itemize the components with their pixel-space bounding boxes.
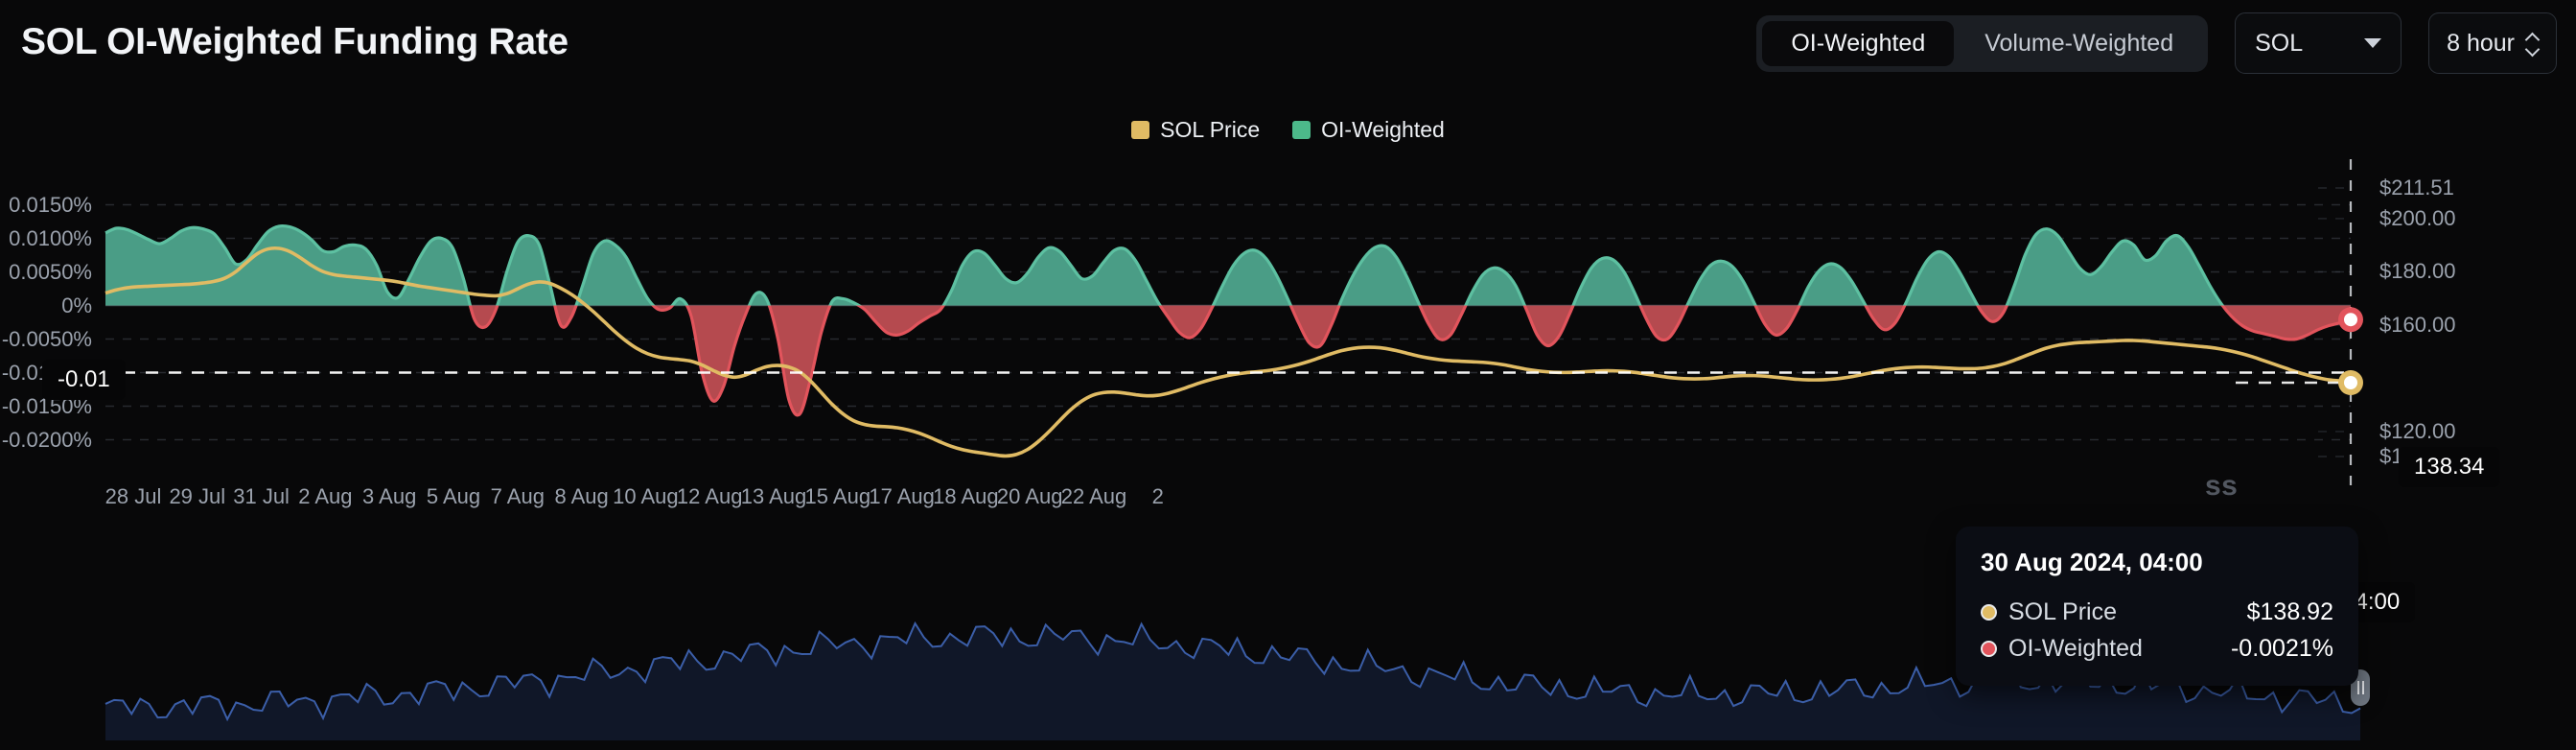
chart-watermark: ss — [2205, 470, 2239, 502]
drag-handle-icon — [2361, 681, 2364, 694]
tooltip-dot-sol-price — [1981, 604, 1997, 621]
chevron-down-icon[interactable] — [2526, 46, 2539, 54]
asset-dropdown[interactable]: SOL — [2235, 12, 2402, 74]
x-axis-tick: 7 Aug — [490, 484, 545, 508]
tooltip-name-oi-weighted: OI-Weighted — [2008, 635, 2143, 662]
y-axis-right-tick: $120.00 — [2379, 418, 2456, 443]
tooltip-row-oi-weighted: OI-Weighted -0.0021% — [1981, 635, 2333, 663]
tooltip-name-sol-price: SOL Price — [2008, 598, 2118, 625]
x-axis-tick: 31 Jul — [233, 484, 290, 508]
x-axis-tick: 29 Jul — [169, 484, 226, 508]
chart-legend: SOL Price OI-Weighted — [0, 117, 2576, 143]
y-axis-right-tick: $200.00 — [2379, 205, 2456, 230]
drag-handle-icon — [2356, 681, 2359, 694]
chevron-up-down-icon[interactable] — [2526, 34, 2539, 54]
chevron-up-icon[interactable] — [2526, 34, 2539, 41]
chart-tooltip: 30 Aug 2024, 04:00 SOL Price $138.92 OI-… — [1956, 527, 2358, 686]
crosshair-label-y-left: -0.01 — [42, 360, 126, 400]
y-axis-right-tick: $211.51 — [2379, 176, 2454, 199]
tooltip-dot-oi-weighted — [1981, 641, 1997, 657]
y-axis-left-tick: 0.0100% — [9, 225, 92, 250]
x-axis-tick: 2 Aug — [298, 484, 353, 508]
legend-swatch-oi-weighted — [1292, 121, 1311, 139]
interval-stepper-value: 8 hour — [2447, 29, 2515, 57]
x-axis-tick: 20 Aug — [996, 484, 1063, 508]
tooltip-timestamp: 30 Aug 2024, 04:00 — [1981, 548, 2203, 576]
tooltip-value-sol-price: $138.92 — [2246, 598, 2333, 625]
page-title: SOL OI-Weighted Funding Rate — [21, 21, 569, 62]
crosshair-label-y-right: 138.34 — [2399, 447, 2500, 487]
x-axis-tick: 13 Aug — [740, 484, 807, 508]
y-axis-right-tick: $160.00 — [2379, 312, 2456, 337]
x-axis-tick: 5 Aug — [426, 484, 481, 508]
x-axis-tick: 10 Aug — [613, 484, 679, 508]
y-axis-left-tick: -0.0200% — [1, 427, 92, 452]
tooltip-value-oi-weighted: -0.0021% — [2230, 635, 2333, 662]
x-axis-tick: 18 Aug — [933, 484, 999, 508]
weighting-toggle-group: OI-Weighted Volume-Weighted — [1756, 14, 2209, 72]
interval-stepper[interactable]: 8 hour — [2428, 12, 2557, 74]
y-axis-right-tick: $180.00 — [2379, 259, 2456, 284]
x-axis-tick: 22 Aug — [1060, 484, 1127, 508]
x-axis-tick: 15 Aug — [804, 484, 871, 508]
x-axis-tick: 2 — [1151, 484, 1164, 508]
x-axis-tick: 12 Aug — [676, 484, 743, 508]
x-axis-tick: 17 Aug — [869, 484, 935, 508]
tab-volume-weighted[interactable]: Volume-Weighted — [1956, 21, 2202, 66]
legend-label-sol-price: SOL Price — [1160, 117, 1261, 142]
x-axis-tick: 3 Aug — [362, 484, 417, 508]
y-axis-left-tick: 0.0150% — [9, 192, 92, 217]
legend-item-oi-weighted[interactable]: OI-Weighted — [1292, 117, 1445, 143]
y-axis-left-tick: 0% — [61, 293, 92, 317]
tooltip-row-sol-price: SOL Price $138.92 — [1981, 598, 2333, 626]
legend-item-sol-price[interactable]: SOL Price — [1131, 117, 1260, 143]
header-controls: OI-Weighted Volume-Weighted SOL 8 hour — [1756, 12, 2557, 74]
y-axis-left-tick: 0.0050% — [9, 259, 92, 284]
legend-swatch-sol-price — [1131, 121, 1150, 139]
x-axis-tick: 28 Jul — [104, 484, 162, 508]
legend-label-oi-weighted: OI-Weighted — [1321, 117, 1445, 142]
funding-rate-page: SOL OI-Weighted Funding Rate OI-Weighted… — [0, 0, 2576, 750]
tab-oi-weighted[interactable]: OI-Weighted — [1762, 20, 1955, 66]
y-axis-left-tick: -0.0050% — [1, 326, 92, 351]
x-axis-tick: 8 Aug — [554, 484, 609, 508]
chevron-down-icon — [2364, 38, 2382, 48]
asset-dropdown-value: SOL — [2255, 29, 2304, 57]
